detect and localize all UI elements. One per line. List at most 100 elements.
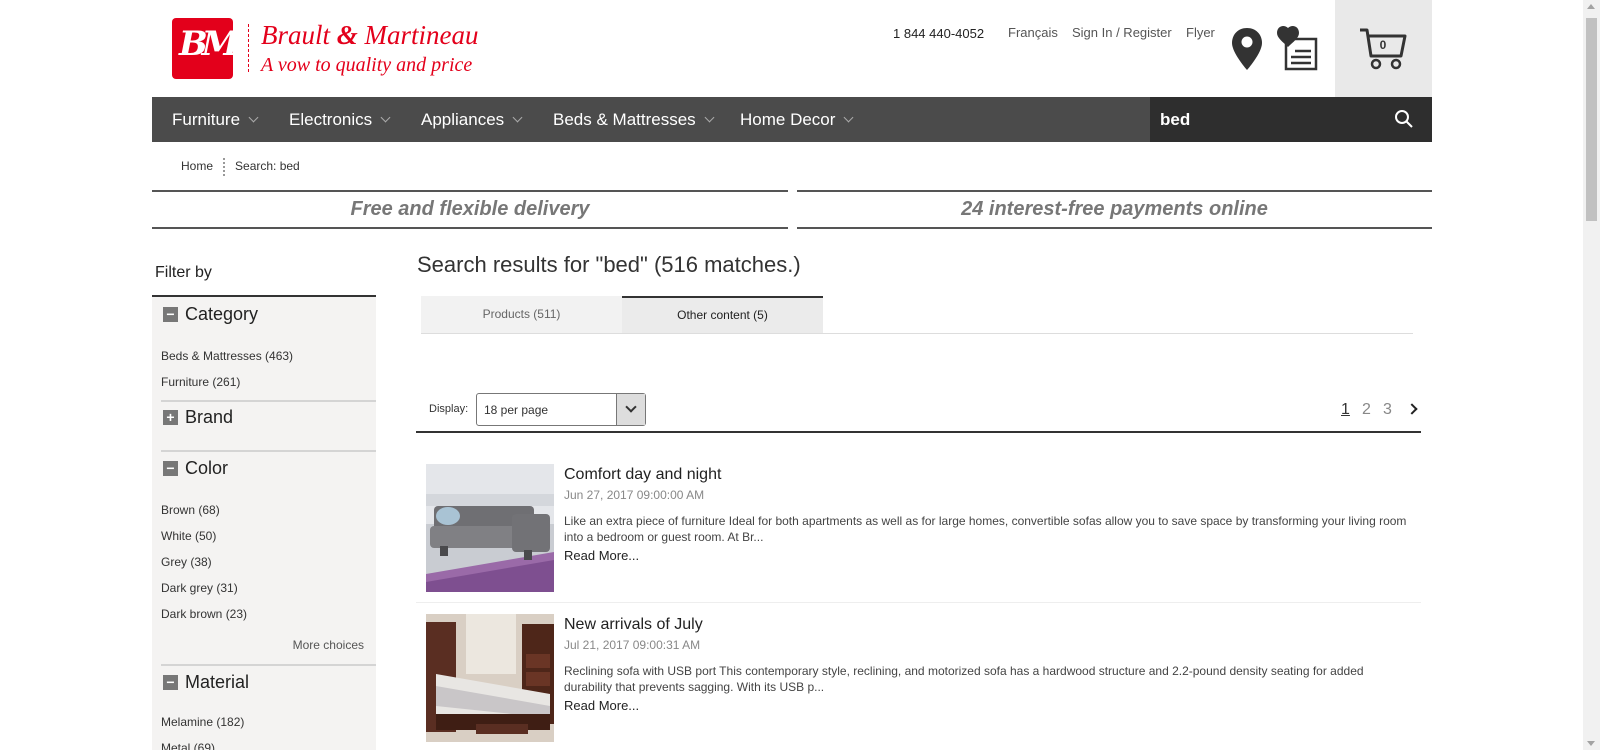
list-divider [416, 431, 1421, 433]
breadcrumb-current: Search: bed [235, 159, 300, 174]
facet-option-dark-grey[interactable]: Dark grey (31) [161, 581, 238, 595]
result-excerpt: Like an extra piece of furniture Ideal f… [564, 514, 1407, 544]
result-excerpt: Reclining sofa with USB port This contem… [564, 664, 1364, 694]
chevron-down-icon [512, 112, 523, 123]
chevron-down-icon [843, 112, 854, 123]
promo-delivery[interactable]: Free and flexible delivery [152, 190, 788, 229]
next-page-icon[interactable] [1406, 403, 1418, 415]
result-thumbnail-sofa[interactable] [426, 464, 554, 592]
logo-divider [248, 24, 249, 72]
language-link[interactable]: Français [1008, 25, 1058, 40]
facet-option-brown[interactable]: Brown (68) [161, 503, 220, 517]
nav-electronics[interactable]: Electronics [289, 97, 391, 142]
result-thumbnail-bed[interactable] [426, 614, 554, 742]
facet-category[interactable]: − Category [163, 304, 258, 325]
collapse-icon: − [163, 675, 178, 690]
facet-separator [161, 450, 376, 452]
promo-payments[interactable]: 24 interest-free payments online [797, 190, 1432, 229]
filter-panel: − Category Beds & Mattresses (463) Furnit… [152, 297, 376, 750]
location-pin-icon[interactable] [1231, 27, 1263, 71]
facet-color-label: Color [185, 458, 229, 478]
result-date: Jul 21, 2017 09:00:31 AM [564, 638, 701, 652]
nav-electronics-label: Electronics [289, 110, 373, 129]
collapse-icon: − [163, 307, 178, 322]
nav-home-decor-label: Home Decor [740, 110, 836, 129]
search-bar [1150, 97, 1432, 142]
tabs-divider [421, 333, 1413, 334]
brand-name-amp: & [336, 20, 358, 50]
cart-count: 0 [1379, 38, 1387, 52]
facet-separator [161, 400, 376, 402]
result-item: Comfort day and night Jun 27, 2017 09:00… [416, 464, 1421, 614]
facet-category-label: Category [185, 304, 259, 324]
search-input[interactable] [1160, 97, 1380, 142]
facet-option-beds-mattresses[interactable]: Beds & Mattresses (463) [161, 349, 293, 363]
chevron-down-icon [704, 112, 715, 123]
result-title[interactable]: Comfort day and night [564, 466, 721, 484]
read-more-link[interactable]: Read More... [564, 698, 639, 713]
scrollbar-thumb[interactable] [1586, 18, 1597, 221]
chevron-down-icon [248, 112, 259, 123]
facet-option-furniture[interactable]: Furniture (261) [161, 375, 240, 389]
facet-brand-label: Brand [185, 407, 234, 427]
brand-name-part2: Martineau [357, 20, 479, 50]
page-scrollbar[interactable] [1583, 0, 1600, 750]
cart-button[interactable]: 0 [1335, 0, 1432, 97]
per-page-select[interactable]: 18 per page [476, 393, 646, 426]
result-title[interactable]: New arrivals of July [564, 616, 703, 634]
select-toggle [616, 394, 645, 425]
nav-furniture[interactable]: Furniture [172, 97, 259, 142]
display-label: Display: [429, 403, 469, 415]
more-choices-link[interactable]: More choices [293, 638, 364, 652]
read-more-link[interactable]: Read More... [564, 548, 639, 563]
breadcrumb: Home Search: bed [181, 158, 300, 176]
brand-logo[interactable]: BM [172, 18, 239, 79]
main-nav: Furniture Electronics Appliances Beds & … [152, 97, 1432, 142]
phone-number[interactable]: 1 844 440-4052 [893, 26, 984, 41]
page-3[interactable]: 3 [1383, 401, 1392, 419]
brand-tagline: A vow to quality and price [261, 54, 473, 76]
facet-option-melamine[interactable]: Melamine (182) [161, 715, 244, 729]
result-item: New arrivals of July Jul 21, 2017 09:00:… [416, 614, 1421, 750]
breadcrumb-home[interactable]: Home [181, 159, 213, 173]
scroll-up-icon[interactable] [1587, 4, 1595, 9]
page-2[interactable]: 2 [1362, 401, 1371, 419]
nav-beds-mattresses[interactable]: Beds & Mattresses [553, 97, 715, 142]
tab-other-content[interactable]: Other content (5) [622, 296, 823, 333]
facet-color[interactable]: − Color [163, 458, 228, 479]
facet-separator [161, 664, 376, 666]
brand-name-part1: Brault [261, 20, 337, 50]
filter-title: Filter by [155, 264, 212, 281]
nav-furniture-label: Furniture [172, 110, 241, 129]
collapse-icon: − [163, 461, 178, 476]
chevron-down-icon [625, 401, 637, 413]
expand-icon: + [163, 410, 178, 425]
facet-option-white[interactable]: White (50) [161, 529, 216, 543]
facet-brand[interactable]: + Brand [163, 407, 233, 428]
result-date: Jun 27, 2017 09:00:00 AM [564, 488, 705, 502]
search-icon[interactable] [1394, 109, 1414, 129]
heart-list-icon[interactable] [1276, 25, 1318, 71]
scroll-down-icon[interactable] [1587, 741, 1595, 746]
filter-sidebar: Filter by − Category Beds & Mattresses (4… [152, 250, 376, 750]
facet-option-grey[interactable]: Grey (38) [161, 555, 212, 569]
brand-name[interactable]: Brault & Martineau [261, 20, 479, 51]
results-title: Search results for "bed" (516 matches.) [417, 252, 801, 277]
facet-material-label: Material [185, 672, 250, 692]
flyer-link[interactable]: Flyer [1186, 25, 1215, 40]
logo-letters: BM [179, 24, 239, 64]
breadcrumb-separator [223, 158, 226, 176]
facet-option-metal[interactable]: Metal (69) [161, 741, 215, 750]
nav-home-decor[interactable]: Home Decor [740, 97, 854, 142]
nav-beds-label: Beds & Mattresses [553, 110, 696, 129]
site-header: BM Brault & Martineau A vow to quality a… [152, 0, 1432, 97]
page-1[interactable]: 1 [1341, 401, 1350, 419]
sign-in-link[interactable]: Sign In / Register [1072, 25, 1172, 40]
facet-material[interactable]: − Material [163, 672, 249, 693]
result-separator [416, 602, 1421, 603]
chevron-down-icon [380, 112, 391, 123]
nav-appliances[interactable]: Appliances [421, 97, 523, 142]
tab-products[interactable]: Products (511) [421, 296, 622, 333]
per-page-value: 18 per page [484, 403, 549, 417]
facet-option-dark-brown[interactable]: Dark brown (23) [161, 607, 247, 621]
